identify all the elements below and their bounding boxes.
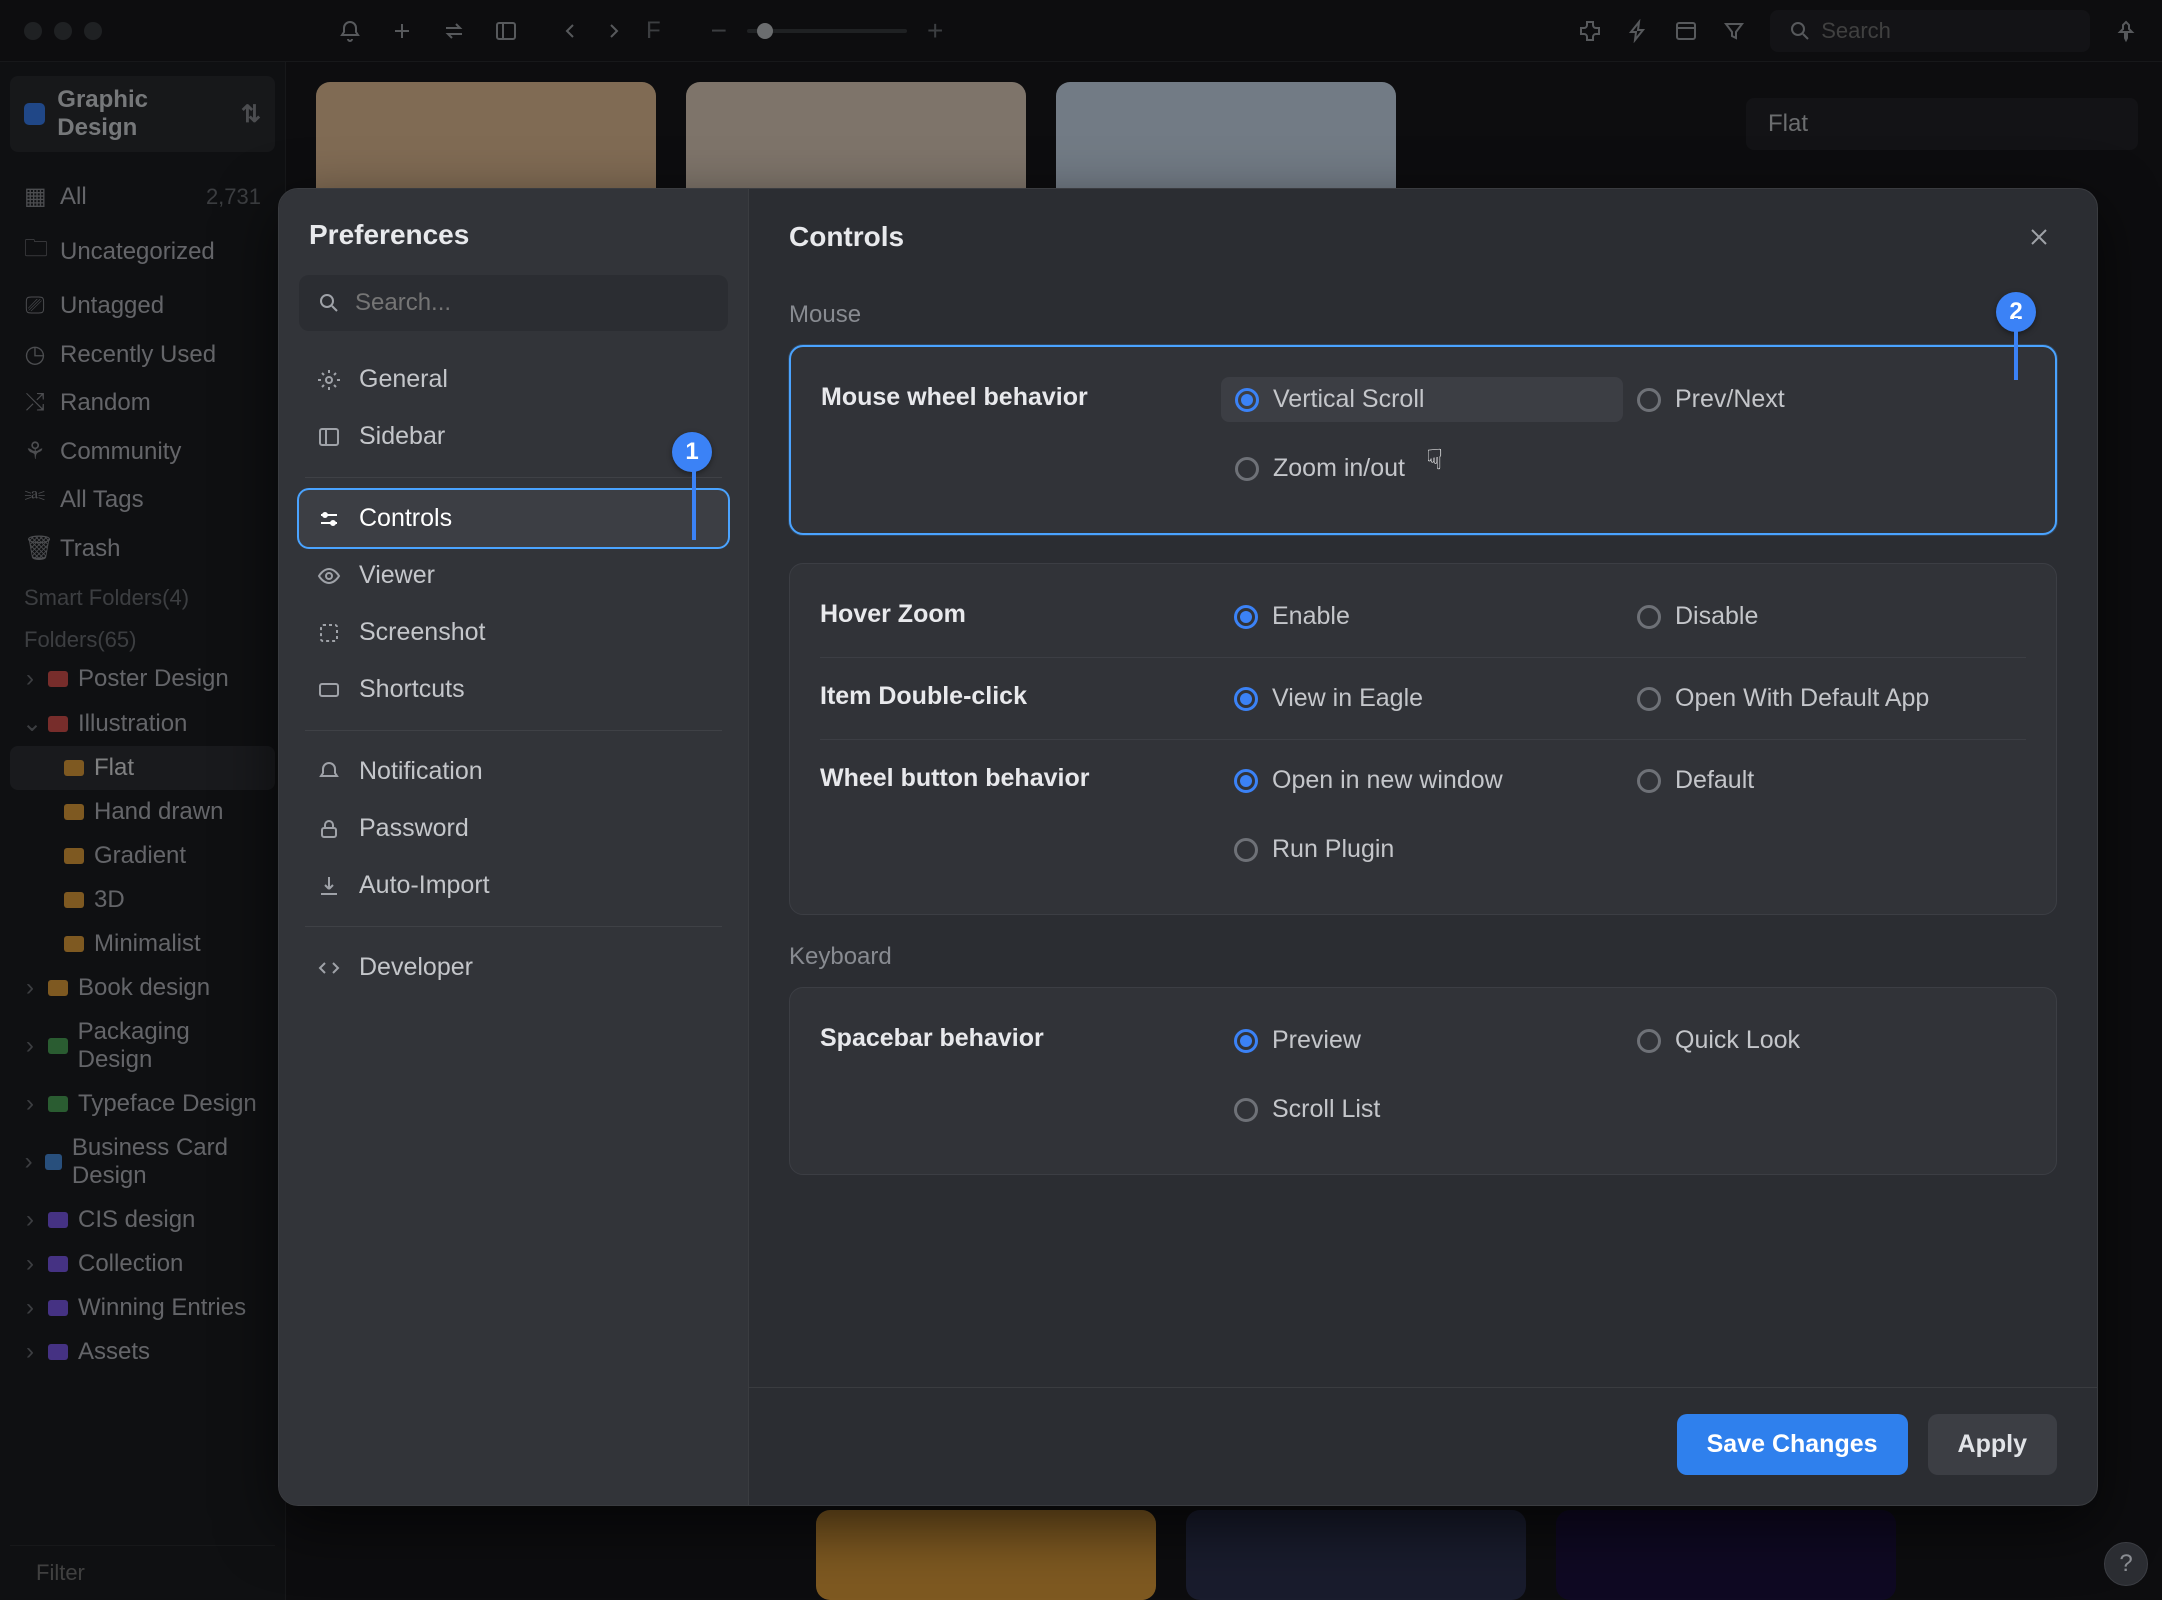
label-hover-zoom: Hover Zoom	[820, 594, 1220, 629]
bell-icon	[317, 760, 341, 784]
code-icon	[317, 956, 341, 980]
label-mouse-wheel: Mouse wheel behavior	[821, 377, 1221, 412]
radio-icon	[1234, 1029, 1258, 1053]
radio-icon	[1235, 388, 1259, 412]
nav-screenshot[interactable]: Screenshot	[299, 604, 728, 661]
search-icon	[317, 291, 341, 315]
opt-run-plugin[interactable]: Run Plugin	[1220, 827, 1623, 872]
opt-zoom[interactable]: Zoom in/out	[1221, 446, 1623, 491]
opt-hz-enable[interactable]: Enable	[1220, 594, 1623, 639]
close-button[interactable]	[2021, 219, 2057, 255]
nav-developer[interactable]: Developer	[299, 939, 728, 996]
section-keyboard: Keyboard	[789, 943, 2057, 971]
opt-scroll-list[interactable]: Scroll List	[1220, 1087, 1623, 1132]
sliders-icon	[317, 507, 341, 531]
mouse-wheel-card: Mouse wheel behavior Vertical Scroll Pre…	[789, 345, 2057, 535]
label-wheel-button: Wheel button behavior	[820, 758, 1220, 793]
radio-icon	[1637, 687, 1661, 711]
mouse-other-card: Hover Zoom Enable Disable Item Double-cl…	[789, 563, 2057, 915]
label-spacebar: Spacebar behavior	[820, 1018, 1220, 1053]
preferences-modal: Preferences General Sidebar Controls Vie…	[278, 188, 2098, 1506]
panel-title: Controls	[789, 221, 904, 253]
radio-icon	[1637, 605, 1661, 629]
keyboard-icon	[317, 678, 341, 702]
apply-button[interactable]: Apply	[1928, 1414, 2057, 1475]
screenshot-icon	[317, 621, 341, 645]
radio-icon	[1234, 769, 1258, 793]
close-icon	[2027, 225, 2051, 249]
opt-prev-next[interactable]: Prev/Next	[1623, 377, 2025, 422]
nav-sidebar[interactable]: Sidebar	[299, 408, 728, 465]
nav-password[interactable]: Password	[299, 800, 728, 857]
nav-shortcuts[interactable]: Shortcuts	[299, 661, 728, 718]
opt-view-eagle[interactable]: View in Eagle	[1220, 676, 1623, 721]
keyboard-card: Spacebar behavior Preview Quick Look Scr…	[789, 987, 2057, 1175]
radio-icon	[1234, 687, 1258, 711]
save-button[interactable]: Save Changes	[1677, 1414, 1908, 1475]
opt-hz-disable[interactable]: Disable	[1623, 594, 2026, 639]
modal-footer: Save Changes Apply	[749, 1387, 2097, 1505]
radio-icon	[1637, 388, 1661, 412]
cursor-icon: ☟	[1426, 443, 1443, 476]
preferences-sidebar: Preferences General Sidebar Controls Vie…	[279, 189, 749, 1505]
radio-icon	[1234, 1098, 1258, 1122]
preferences-search-input[interactable]	[355, 289, 710, 317]
callout-connector	[2014, 318, 2018, 380]
section-mouse: Mouse	[789, 301, 2057, 329]
gear-icon	[317, 368, 341, 392]
nav-controls[interactable]: Controls	[299, 490, 728, 547]
nav-auto-import[interactable]: Auto-Import	[299, 857, 728, 914]
opt-quick-look[interactable]: Quick Look	[1623, 1018, 2026, 1063]
lock-icon	[317, 817, 341, 841]
nav-viewer[interactable]: Viewer	[299, 547, 728, 604]
sidebar-icon	[317, 425, 341, 449]
opt-new-window[interactable]: Open in new window	[1220, 758, 1623, 803]
opt-vertical-scroll[interactable]: Vertical Scroll	[1221, 377, 1623, 422]
opt-preview[interactable]: Preview	[1220, 1018, 1623, 1063]
nav-notification[interactable]: Notification	[299, 743, 728, 800]
help-button[interactable]: ?	[2104, 1542, 2148, 1586]
radio-icon	[1235, 457, 1259, 481]
opt-default[interactable]: Default	[1623, 758, 2026, 803]
label-double-click: Item Double-click	[820, 676, 1220, 711]
callout-connector	[692, 460, 696, 540]
panel-header: Controls	[749, 189, 2097, 283]
radio-icon	[1234, 838, 1258, 862]
preferences-search[interactable]	[299, 275, 728, 331]
radio-icon	[1637, 1029, 1661, 1053]
radio-icon	[1234, 605, 1258, 629]
eye-icon	[317, 564, 341, 588]
download-icon	[317, 874, 341, 898]
radio-icon	[1637, 769, 1661, 793]
nav-general[interactable]: General	[299, 351, 728, 408]
preferences-title: Preferences	[299, 219, 728, 275]
opt-default-app[interactable]: Open With Default App	[1623, 676, 2026, 721]
